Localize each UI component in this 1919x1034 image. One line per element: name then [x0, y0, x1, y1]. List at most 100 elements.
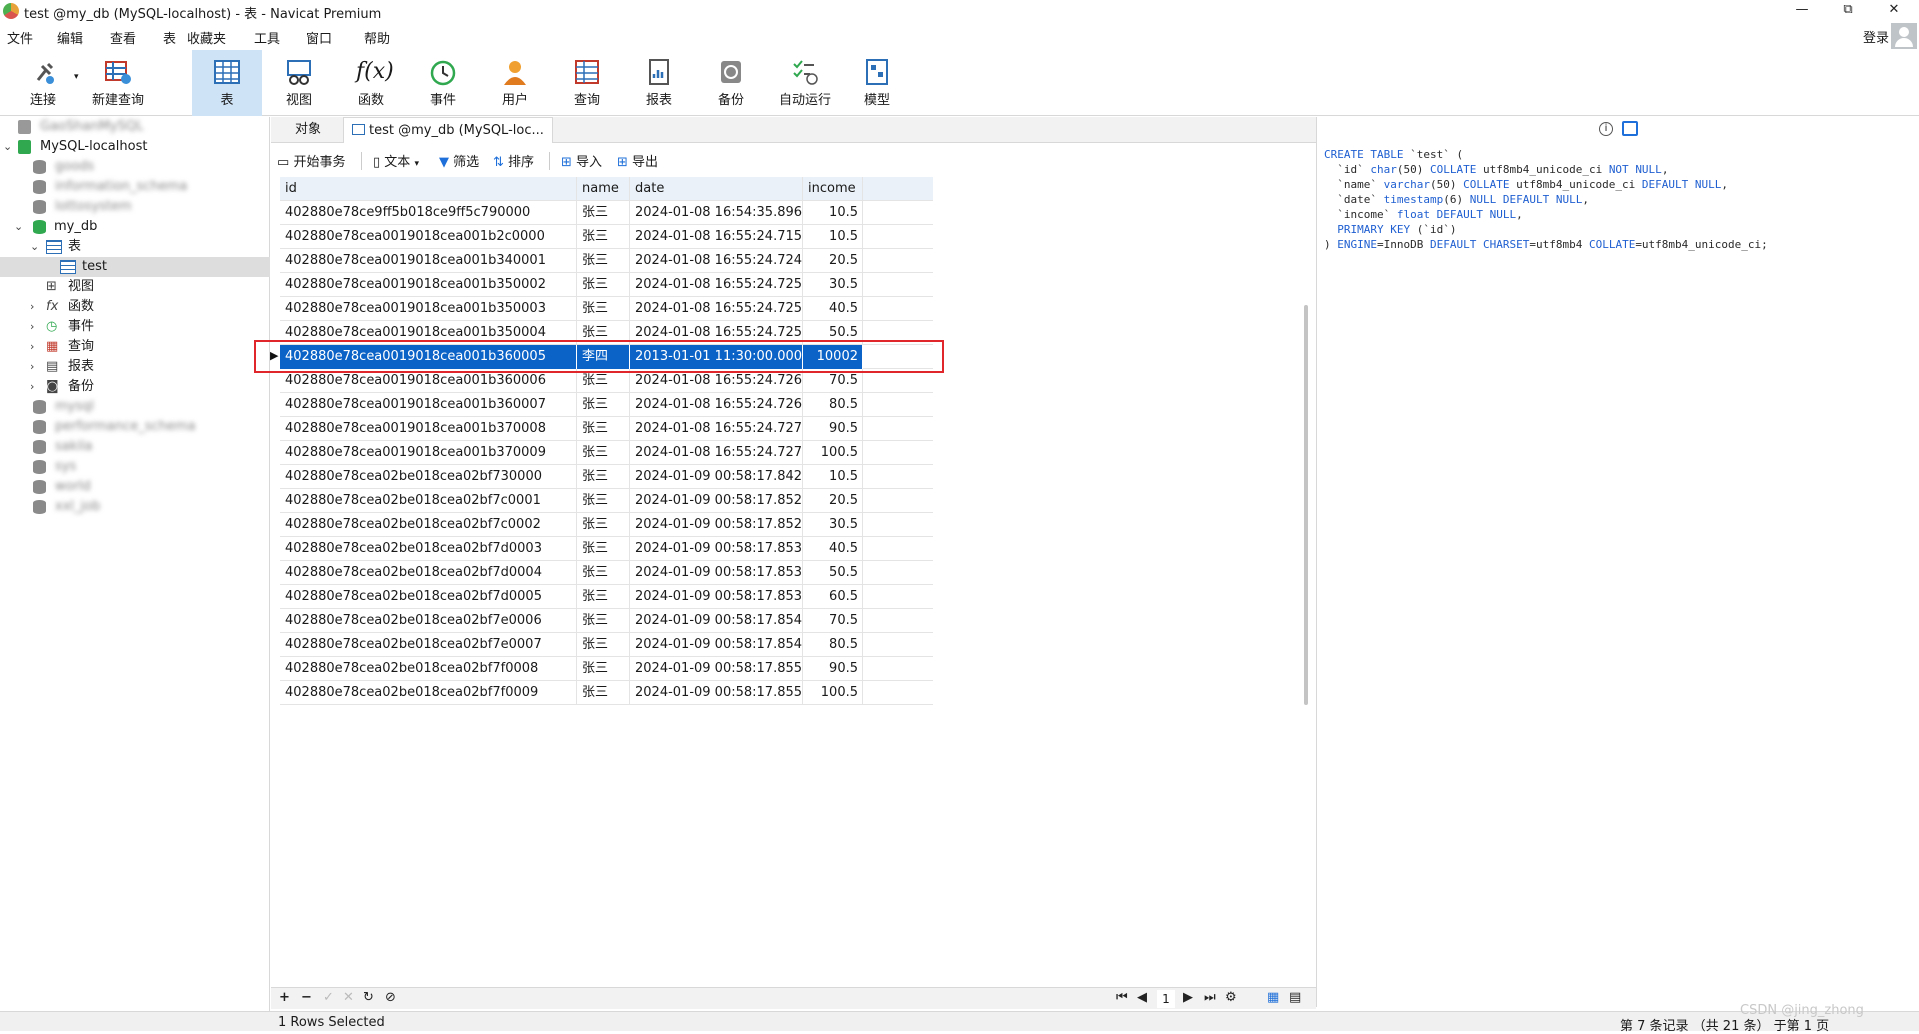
refresh-icon[interactable]: ↻ — [363, 990, 374, 1005]
table-cell[interactable]: 402880e78cea0019018cea001b2c0000 — [280, 225, 577, 249]
toolbar-new-query-button[interactable]: 新建查询 — [85, 50, 151, 116]
table-cell[interactable]: 2024-01-09 00:58:17.853000 — [630, 561, 803, 585]
toolbar-user-button[interactable]: 用户 — [482, 50, 548, 116]
tree-group-functions[interactable]: › fx 函数 — [30, 297, 94, 317]
close-button[interactable]: ✕ — [1871, 0, 1917, 22]
toolbar-model-button[interactable]: 模型 — [844, 50, 910, 116]
toolbar-connect-button[interactable]: 连接 — [10, 50, 76, 116]
table-cell[interactable]: 2024-01-09 00:58:17.855000 — [630, 681, 803, 705]
menu-favorites[interactable]: 收藏夹 — [187, 28, 226, 47]
table-cell[interactable]: 2024-01-08 16:55:24.724000 — [630, 249, 803, 273]
ddl-icon[interactable] — [1622, 121, 1638, 136]
table-cell[interactable]: 20.5 — [803, 249, 863, 273]
table-cell[interactable]: 10.5 — [803, 201, 863, 225]
table-row[interactable]: 402880e78cea02be018cea02bf7f0008 张三 2024-0… — [280, 657, 933, 681]
chevron-right-icon[interactable]: › — [30, 317, 34, 337]
menu-tools[interactable]: 工具 — [254, 28, 280, 47]
table-cell[interactable]: 402880e78cea02be018cea02bf7d0003 — [280, 537, 577, 561]
chevron-right-icon[interactable]: › — [30, 377, 34, 397]
stop-icon[interactable]: ⊘ — [385, 990, 396, 1005]
table-cell[interactable]: 张三 — [577, 201, 630, 225]
toolbar-automation-button[interactable]: 自动运行 — [770, 50, 840, 116]
tree-db-blurred[interactable]: world — [33, 477, 91, 497]
menu-window[interactable]: 窗口 — [306, 28, 332, 47]
table-cell[interactable]: 2024-01-08 16:55:24.727000 — [630, 441, 803, 465]
tree-db-blurred[interactable]: information_schema — [33, 177, 187, 197]
chevron-down-icon[interactable]: ⌄ — [3, 137, 12, 157]
tree-db-my-db[interactable]: ⌄ my_db — [14, 217, 97, 237]
tree-db-blurred[interactable]: sys — [33, 457, 76, 477]
table-row[interactable]: 402880e78cea0019018cea001b350002 张三 2024-0… — [280, 273, 933, 297]
table-cell[interactable]: 张三 — [577, 537, 630, 561]
table-cell[interactable]: 10.5 — [803, 465, 863, 489]
table-cell[interactable]: 2024-01-08 16:55:24.726000 — [630, 393, 803, 417]
table-cell[interactable]: 张三 — [577, 681, 630, 705]
table-cell[interactable]: 402880e78cea0019018cea001b370008 — [280, 417, 577, 441]
chevron-right-icon[interactable]: › — [30, 357, 34, 377]
column-header[interactable]: name — [577, 177, 630, 201]
table-cell[interactable]: 张三 — [577, 609, 630, 633]
table-cell[interactable]: 80.5 — [803, 633, 863, 657]
table-cell[interactable]: 张三 — [577, 585, 630, 609]
connect-dropdown-icon[interactable]: ▾ — [74, 72, 79, 82]
column-header[interactable]: income — [803, 177, 863, 201]
table-row[interactable]: 402880e78cea0019018cea001b2c0000 张三 2024-0… — [280, 225, 933, 249]
table-cell[interactable]: 402880e78cea02be018cea02bf7d0004 — [280, 561, 577, 585]
table-cell[interactable]: 张三 — [577, 489, 630, 513]
table-cell[interactable]: 张三 — [577, 513, 630, 537]
tree-connection-mysql-localhost[interactable]: ⌄ MySQL-localhost — [0, 137, 147, 157]
maximize-button[interactable]: ⧉ — [1825, 0, 1871, 22]
next-page-button[interactable]: ▶ — [1183, 990, 1193, 1005]
menu-file[interactable]: 文件 — [7, 28, 33, 47]
toolbar-table-button[interactable]: 表 — [192, 50, 262, 116]
table-cell[interactable]: 张三 — [577, 561, 630, 585]
table-cell[interactable]: 402880e78cea0019018cea001b350002 — [280, 273, 577, 297]
page-number-input[interactable]: 1 — [1157, 990, 1175, 1008]
table-cell[interactable]: 402880e78cea02be018cea02bf7d0005 — [280, 585, 577, 609]
table-cell[interactable]: 张三 — [577, 657, 630, 681]
table-cell[interactable]: 张三 — [577, 633, 630, 657]
tab-objects[interactable]: 对象 — [287, 117, 329, 143]
table-cell[interactable]: 张三 — [577, 465, 630, 489]
column-header[interactable]: date — [630, 177, 803, 201]
tree-group-reports[interactable]: › ▤ 报表 — [30, 357, 94, 377]
table-row[interactable]: 402880e78cea02be018cea02bf7e0007 张三 2024-0… — [280, 633, 933, 657]
table-cell[interactable]: 50.5 — [803, 561, 863, 585]
table-cell[interactable]: 张三 — [577, 249, 630, 273]
table-cell[interactable]: 100.5 — [803, 681, 863, 705]
filter-button[interactable]: ▼ 筛选 — [439, 151, 479, 170]
import-button[interactable]: ⊞ 导入 — [561, 151, 602, 170]
chevron-down-icon[interactable]: ⌄ — [30, 237, 39, 257]
table-row[interactable]: 402880e78cea02be018cea02bf7e0006 张三 2024-0… — [280, 609, 933, 633]
table-cell[interactable]: 2024-01-09 00:58:17.842000 — [630, 465, 803, 489]
tree-db-blurred[interactable]: sakila — [33, 437, 92, 457]
table-cell[interactable]: 402880e78cea02be018cea02bf7f0009 — [280, 681, 577, 705]
vertical-scrollbar[interactable] — [1304, 305, 1308, 705]
table-cell[interactable]: 2024-01-09 00:58:17.852000 — [630, 513, 803, 537]
menu-help[interactable]: 帮助 — [364, 28, 390, 47]
toolbar-query-button[interactable]: 查询 — [554, 50, 620, 116]
text-button[interactable]: ▯ 文本 ▾ — [373, 151, 419, 170]
chevron-right-icon[interactable]: › — [30, 337, 34, 357]
table-cell[interactable]: 张三 — [577, 417, 630, 441]
info-icon[interactable]: i — [1599, 122, 1613, 136]
table-cell[interactable]: 402880e78cea0019018cea001b370009 — [280, 441, 577, 465]
table-cell[interactable]: 402880e78cea0019018cea001b350003 — [280, 297, 577, 321]
table-cell[interactable]: 2024-01-09 00:58:17.853000 — [630, 537, 803, 561]
table-cell[interactable]: 90.5 — [803, 417, 863, 441]
toolbar-function-button[interactable]: f(x) 函数 — [338, 50, 404, 116]
tree-group-tables[interactable]: ⌄ 表 — [30, 237, 81, 257]
tree-db-blurred[interactable]: performance_schema — [33, 417, 196, 437]
table-cell[interactable]: 402880e78cea02be018cea02bf7f0008 — [280, 657, 577, 681]
table-row[interactable]: 402880e78cea02be018cea02bf7d0003 张三 2024-0… — [280, 537, 933, 561]
tree-db-blurred[interactable]: goods — [33, 157, 94, 177]
minimize-button[interactable]: — — [1779, 0, 1825, 22]
table-cell[interactable]: 402880e78cea02be018cea02bf7e0006 — [280, 609, 577, 633]
table-cell[interactable]: 40.5 — [803, 537, 863, 561]
toolbar-event-button[interactable]: 事件 — [410, 50, 476, 116]
begin-transaction-button[interactable]: ▭ 开始事务 — [277, 151, 345, 170]
table-cell[interactable]: 402880e78cea02be018cea02bf7c0001 — [280, 489, 577, 513]
table-cell[interactable]: 80.5 — [803, 393, 863, 417]
table-cell[interactable]: 张三 — [577, 273, 630, 297]
table-cell[interactable]: 402880e78cea02be018cea02bf730000 — [280, 465, 577, 489]
